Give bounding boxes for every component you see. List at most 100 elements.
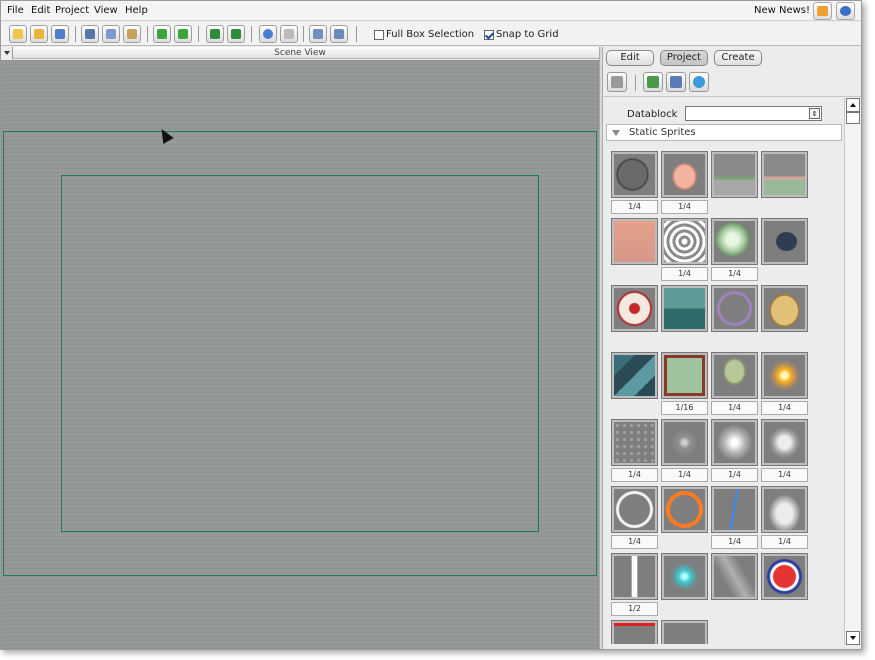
lightning-thumbnail <box>714 489 755 530</box>
tree-thumbnail <box>714 355 755 396</box>
sprite-frame-count: 1/4 <box>611 200 658 214</box>
news-link[interactable]: New News! <box>754 5 810 16</box>
sprite-broken-tiles[interactable] <box>611 352 658 399</box>
monitor-icon[interactable] <box>330 25 348 43</box>
toolbar-separator <box>251 26 252 42</box>
sprite-frame-count: 1/4 <box>711 535 758 549</box>
sprite-tree[interactable] <box>711 352 758 399</box>
menu-project[interactable]: Project <box>55 5 89 16</box>
cut-icon[interactable] <box>81 25 99 43</box>
sprite-orb[interactable] <box>711 218 758 265</box>
spiral-thumbnail <box>664 221 705 262</box>
sprite-frame-count: 1/4 <box>761 468 808 482</box>
edit-tool-icon[interactable] <box>309 25 327 43</box>
scene-view-header: Scene View <box>1 47 599 59</box>
sprite-grassland-terrain[interactable] <box>761 151 808 198</box>
menu-bar: File Edit Project View Help New News! <box>1 1 861 21</box>
sprite-crown-pickup[interactable] <box>661 285 708 332</box>
add-scene-icon[interactable] <box>206 25 224 43</box>
image-map-icon[interactable] <box>643 72 663 92</box>
light-beam-thumbnail <box>714 556 755 597</box>
scene-canvas[interactable] <box>1 60 599 649</box>
sprite-fire-ring[interactable] <box>661 486 708 533</box>
script-icon[interactable] <box>607 72 627 92</box>
sprite-gradient-background[interactable] <box>611 218 658 265</box>
library-scrollbar[interactable] <box>844 98 860 645</box>
sprite-red-marker[interactable] <box>611 620 658 644</box>
sprite-hills-terrain[interactable] <box>711 151 758 198</box>
crown-pickup-thumbnail <box>664 288 705 329</box>
spinner-arrows-icon[interactable]: ⇕ <box>809 108 820 119</box>
full-box-selection-checkbox[interactable] <box>374 30 384 40</box>
sprite-smoke-cloud[interactable] <box>761 419 808 466</box>
sun-burst-thumbnail <box>764 355 805 396</box>
sprite-frame-count: 1/4 <box>661 468 708 482</box>
animation-icon[interactable] <box>666 72 686 92</box>
open-folder-icon[interactable] <box>30 25 48 43</box>
snap-to-grid-label: Snap to Grid <box>496 29 559 40</box>
cloud-thumbnail <box>664 154 705 195</box>
sprite-sun-burst[interactable] <box>761 352 808 399</box>
sprite-framed-panel[interactable] <box>661 352 708 399</box>
broken-tiles-thumbnail <box>614 355 655 396</box>
save-icon[interactable] <box>51 25 69 43</box>
menu-edit[interactable]: Edit <box>31 5 50 16</box>
sprite-dot-glow[interactable] <box>661 419 708 466</box>
ring-thumbnail <box>714 288 755 329</box>
toolbar-separator <box>198 26 199 42</box>
sprite-blank-sprite[interactable] <box>661 620 708 644</box>
sprite-cyan-glow[interactable] <box>661 553 708 600</box>
sprite-particles[interactable] <box>611 419 658 466</box>
snap-to-grid-checkbox[interactable] <box>484 30 494 40</box>
select-pointer-icon[interactable] <box>280 25 298 43</box>
particle-effect-icon[interactable] <box>689 72 709 92</box>
fire-ring-thumbnail <box>664 489 705 530</box>
sprite-lightning[interactable] <box>711 486 758 533</box>
scroll-up-button[interactable] <box>846 98 860 112</box>
paste-icon[interactable] <box>123 25 141 43</box>
menu-file[interactable]: File <box>7 5 24 16</box>
sprite-white-ring[interactable] <box>611 486 658 533</box>
info-icon[interactable] <box>836 2 855 20</box>
sprite-soft-glow[interactable] <box>711 419 758 466</box>
cyan-glow-thumbnail <box>664 556 705 597</box>
scroll-down-button[interactable] <box>846 631 860 645</box>
sprite-spiral[interactable] <box>661 218 708 265</box>
scroll-thumb[interactable] <box>846 112 860 124</box>
sprite-smoke-column[interactable] <box>761 486 808 533</box>
menu-help[interactable]: Help <box>125 5 148 16</box>
static-sprites-section[interactable]: Static Sprites <box>606 124 842 141</box>
ship-thumbnail <box>764 288 805 329</box>
sprite-health-pickup[interactable] <box>611 285 658 332</box>
sprite-missile[interactable] <box>761 218 808 265</box>
undo-icon[interactable] <box>153 25 171 43</box>
new-file-icon[interactable] <box>9 25 27 43</box>
export-scene-icon[interactable] <box>227 25 245 43</box>
sprite-light-bar[interactable] <box>611 553 658 600</box>
sprite-frame-count: 1/16 <box>661 401 708 415</box>
redo-icon[interactable] <box>174 25 192 43</box>
menu-view[interactable]: View <box>94 5 118 16</box>
collapse-triangle-icon[interactable] <box>612 130 620 136</box>
scene-menu-dropdown[interactable] <box>1 47 13 59</box>
tab-project[interactable]: Project <box>660 50 708 66</box>
tab-edit[interactable]: Edit <box>606 50 654 66</box>
sprite-light-beam[interactable] <box>711 553 758 600</box>
sprite-ship[interactable] <box>761 285 808 332</box>
sprite-frame-count: 1/4 <box>711 267 758 281</box>
tab-create[interactable]: Create <box>714 50 762 66</box>
sprite-frame-count: 1/4 <box>611 468 658 482</box>
sprite-ring[interactable] <box>711 285 758 332</box>
red-marker-thumbnail <box>614 623 655 644</box>
sprite-asteroid[interactable] <box>611 151 658 198</box>
sprite-frame-count: 1/4 <box>761 401 808 415</box>
play-icon[interactable] <box>259 25 277 43</box>
sprite-cloud[interactable] <box>661 151 708 198</box>
smoke-column-thumbnail <box>764 489 805 530</box>
sprite-logo-badge[interactable] <box>761 553 808 600</box>
gradient-background-thumbnail <box>614 221 655 262</box>
orb-thumbnail <box>714 221 755 262</box>
datablock-select[interactable]: ⇕ <box>685 106 822 121</box>
copy-icon[interactable] <box>102 25 120 43</box>
news-feed-icon[interactable] <box>813 2 832 20</box>
